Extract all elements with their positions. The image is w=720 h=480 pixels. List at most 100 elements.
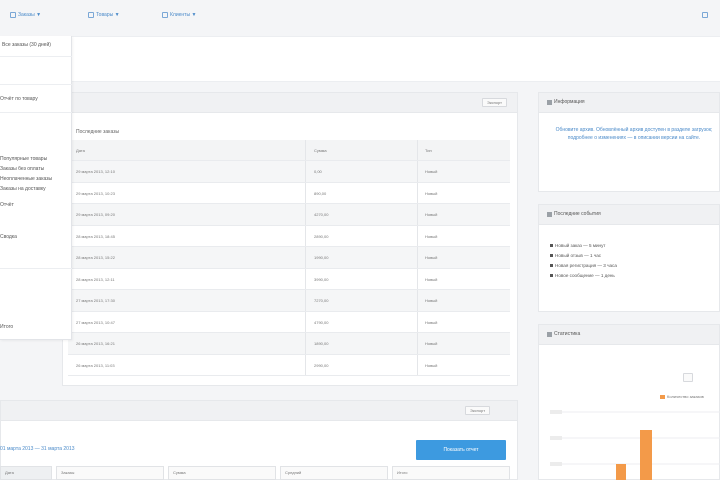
dropdown-menu: Все заказы (30 дней) Отчёт по товару Поп…: [0, 36, 72, 340]
order-sum-cell: 2990,00: [314, 362, 329, 368]
table-row[interactable]: 29 марта 2013, 12:10 0,00 Новый: [68, 161, 510, 183]
orders-caption: Последние заказы: [76, 129, 120, 135]
menu-item[interactable]: Заказы без оплаты: [0, 166, 44, 172]
messages-panel-header: Информация: [539, 93, 719, 113]
bullet-icon: [550, 253, 553, 257]
stats-title-label: Статистика: [554, 331, 581, 337]
stats-range-button[interactable]: [683, 373, 693, 382]
order-date-cell: 28 марта 2013, 12:11: [76, 276, 115, 282]
page-header: [72, 36, 720, 82]
event-text: Новый отзыв — 1 час: [555, 252, 602, 258]
list-item[interactable]: Новое сообщение — 1 день: [550, 270, 617, 280]
order-date-cell: 27 марта 2013, 10:47: [76, 319, 115, 325]
list-item[interactable]: Новый отзыв — 1 час: [550, 250, 617, 260]
top-link-products-label: Товары ▼: [96, 12, 120, 18]
report-column: Дата: [0, 466, 52, 480]
column-divider: [417, 333, 418, 354]
info-icon: [547, 99, 552, 105]
column-divider: [417, 311, 418, 332]
order-type-cell: Новый: [425, 319, 438, 325]
chart-legend: Количество заказов: [660, 394, 704, 399]
menu-item[interactable]: Популярные товары: [0, 156, 47, 162]
orders-icon: [10, 12, 16, 18]
column-divider: [305, 182, 306, 203]
order-sum-cell: 1890,00: [314, 341, 329, 346]
column-divider: [305, 247, 306, 268]
order-type-cell: Новый: [425, 169, 438, 174]
menu-item[interactable]: Итого: [0, 324, 13, 330]
top-link-orders-label: Заказы ▼: [18, 12, 42, 18]
order-date-cell: 28 марта 2013, 18:45: [76, 233, 115, 239]
column-divider: [305, 225, 306, 246]
list-item[interactable]: Новый заказ — 5 минут: [550, 240, 617, 250]
table-row[interactable]: 26 марта 2013, 11:03 2990,00 Новый: [68, 354, 510, 376]
order-sum-cell: 2890,00: [314, 233, 329, 239]
menu-item[interactable]: Заказы на доставку: [0, 186, 46, 192]
order-sum-cell: 0,00: [314, 169, 322, 174]
table-row[interactable]: 27 марта 2013, 17:30 7270,00 Новый: [68, 290, 510, 312]
column-header-type: Тип: [425, 148, 432, 153]
top-link-products[interactable]: Товары ▼: [88, 11, 120, 19]
menu-divider: [0, 112, 72, 113]
clock-icon: [547, 211, 552, 217]
events-list: Новый заказ — 5 минут Новый отзыв — 1 ча…: [550, 240, 617, 280]
table-row[interactable]: 28 марта 2013, 15:22 1990,00 Новый: [68, 247, 510, 269]
table-row[interactable]: 28 марта 2013, 18:45 2890,00 Новый: [68, 225, 510, 247]
report-column: Сумма: [168, 466, 276, 480]
table-header-row: Дата Сумма Тип: [68, 140, 510, 161]
column-divider: [305, 290, 306, 311]
column-header-sum: Сумма: [314, 148, 327, 153]
settings-link[interactable]: [702, 11, 708, 19]
show-report-button[interactable]: Показать отчет: [416, 440, 506, 460]
column-divider: [305, 311, 306, 332]
order-type-cell: Новый: [425, 212, 438, 217]
report-column: Средний: [280, 466, 388, 480]
order-date-cell: 29 марта 2013, 12:10: [76, 169, 115, 174]
table-row[interactable]: 29 марта 2013, 09:20 4270,00 Новый: [68, 204, 510, 226]
bullet-icon: [550, 273, 553, 277]
table-row[interactable]: 27 марта 2013, 10:47 4790,00 Новый: [68, 311, 510, 333]
menu-divider: [0, 84, 72, 85]
menu-divider: [0, 56, 72, 57]
bullet-icon: [550, 263, 553, 267]
report-columns: Дата Заказы Сумма Средний Итого: [0, 466, 510, 480]
top-link-customers[interactable]: Клиенты ▼: [162, 11, 196, 19]
order-date-cell: 27 марта 2013, 17:30: [76, 298, 115, 303]
order-type-cell: Новый: [425, 341, 438, 346]
events-title: Последние события: [547, 211, 601, 217]
settings-icon: [702, 12, 708, 18]
menu-item[interactable]: Отчёт: [0, 202, 14, 208]
order-sum-cell: 4270,00: [314, 212, 329, 217]
orders-export-button[interactable]: Экспорт: [481, 98, 507, 107]
menu-divider: [0, 268, 72, 269]
table-row[interactable]: 28 марта 2013, 12:11 3990,00 Новый: [68, 268, 510, 290]
menu-item[interactable]: Все заказы (30 дней): [2, 42, 51, 48]
column-divider: [305, 268, 306, 289]
order-date-cell: 28 марта 2013, 15:22: [76, 255, 115, 260]
order-date-cell: 29 марта 2013, 10:23: [76, 190, 115, 196]
order-type-cell: Новый: [425, 255, 438, 260]
column-divider: [417, 354, 418, 375]
column-divider: [305, 204, 306, 225]
order-type-cell: Новый: [425, 190, 438, 196]
menu-item[interactable]: Неоплаченные заказы: [0, 176, 52, 182]
event-text: Новая регистрация — 3 часа: [555, 262, 617, 268]
report-column: Заказы: [56, 466, 164, 480]
top-link-orders[interactable]: Заказы ▼: [10, 11, 41, 19]
list-item[interactable]: Новая регистрация — 3 часа: [550, 260, 617, 270]
messages-text[interactable]: Обновите архив. Обновлённый архив доступ…: [548, 126, 720, 142]
y-tick-label: [550, 410, 562, 414]
table-row[interactable]: 26 марта 2013, 16:21 1890,00 Новый: [68, 333, 510, 355]
order-sum-cell: 890,00: [314, 190, 327, 196]
date-range-links[interactable]: 01 марта 2013 — 31 марта 2013: [0, 446, 75, 452]
table-row[interactable]: 29 марта 2013, 10:23 890,00 Новый: [68, 182, 510, 204]
column-divider: [417, 225, 418, 246]
stats-title: Статистика: [547, 331, 580, 337]
stats-chart: [550, 410, 720, 480]
events-title-label: Последние события: [554, 211, 601, 217]
report-export-button[interactable]: Экспорт: [465, 406, 491, 415]
menu-item[interactable]: Сводка: [0, 234, 17, 240]
column-divider: [417, 204, 418, 225]
order-date-cell: 26 марта 2013, 16:21: [76, 341, 115, 346]
menu-item[interactable]: Отчёт по товару: [0, 96, 38, 102]
